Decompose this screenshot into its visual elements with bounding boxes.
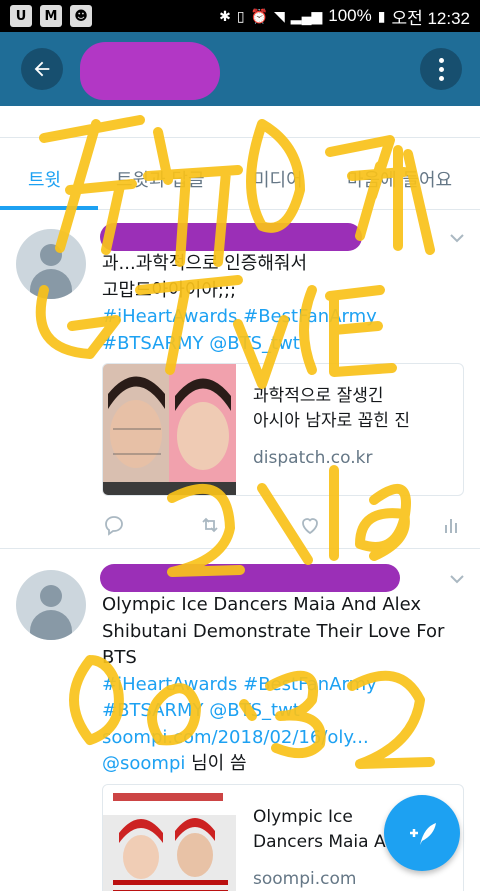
tweet-actions [102, 513, 464, 539]
redacted-profile-name [80, 42, 220, 100]
active-tab-indicator [0, 206, 98, 210]
battery-icon: ▮ [377, 7, 386, 24]
more-vertical-icon [438, 57, 444, 63]
card-title: 과학적으로 잘생긴 아시아 남자로 꼽힌 진 [253, 386, 410, 431]
tweet-hashtags[interactable]: #iHeartAwards #BestFanArmy [102, 672, 460, 699]
alarm-icon: ⏰ [250, 7, 269, 24]
analytics-icon[interactable] [440, 513, 464, 537]
signal-icon: ▂▄▆ [290, 7, 323, 24]
tweet-hashtags[interactable]: #iHeartAwards #BestFanArmy [102, 304, 460, 331]
clock: 오전 12:32 [391, 8, 470, 28]
card-domain: dispatch.co.kr [253, 448, 373, 468]
reply-icon[interactable] [102, 513, 126, 537]
profile-tabs: 트윗 트윗과 답글 미디어 마음에 들어요 [0, 140, 480, 210]
link-card[interactable]: 과학적으로 잘생긴 아시아 남자로 꼽힌 진 dispatch.co.kr [102, 363, 464, 496]
tweet-hashtags[interactable]: #BTSARMY @BTS_twt [102, 698, 460, 725]
wifi-icon: ◥ [274, 7, 285, 24]
card-thumbnail-image [103, 364, 236, 495]
status-bar: U M ☻ ✱ ▯ ⏰ ◥ ▂▄▆ 100% ▮ 오전 12:32 [0, 0, 480, 32]
app-bar [0, 32, 480, 106]
profile-header-strip [0, 106, 480, 138]
bluetooth-icon: ✱ [219, 7, 231, 24]
more-options-button[interactable] [420, 48, 462, 90]
tweet-hashtags[interactable]: #BTSARMY @BTS_twt [102, 331, 460, 358]
chevron-down-icon[interactable] [450, 572, 464, 586]
chevron-down-icon[interactable] [450, 231, 464, 245]
back-button[interactable] [21, 48, 63, 90]
app-notification-icon: U [10, 5, 32, 27]
tweet-text: Olympic Ice Dancers Maia And Alex Shibut… [102, 592, 460, 778]
mention-link[interactable]: @soompi [102, 753, 185, 774]
vibrate-icon: ▯ [236, 7, 245, 24]
redacted-username [100, 564, 400, 592]
battery-percent: 100% [328, 6, 372, 25]
arrow-left-icon [34, 61, 50, 77]
tweet-link[interactable]: soompi.com/2018/02/16/oly... [102, 725, 460, 752]
compose-tweet-icon [410, 823, 436, 845]
retweet-icon[interactable] [198, 513, 222, 537]
like-icon[interactable] [298, 513, 322, 537]
tab-tweets[interactable]: 트윗 [28, 166, 61, 192]
card-thumbnail-image [103, 785, 236, 891]
tab-likes[interactable]: 마음에 들어요 [347, 166, 452, 192]
redacted-username [100, 223, 362, 251]
tweet-text: 과...과학적으로 인증해줘서 고맙드아아이아;;; #iHeartAwards… [102, 251, 460, 357]
tab-tweets-and-replies[interactable]: 트윗과 답글 [116, 166, 205, 192]
compose-tweet-button[interactable] [384, 795, 460, 871]
mail-icon: M [40, 5, 62, 27]
avatar[interactable] [16, 570, 86, 640]
tab-media[interactable]: 미디어 [253, 166, 303, 192]
tweet-item[interactable]: 과...과학적으로 인증해줘서 고맙드아아이아;;; #iHeartAwards… [0, 211, 480, 549]
card-domain: soompi.com [253, 869, 357, 889]
android-icon: ☻ [70, 5, 92, 27]
avatar[interactable] [16, 229, 86, 299]
